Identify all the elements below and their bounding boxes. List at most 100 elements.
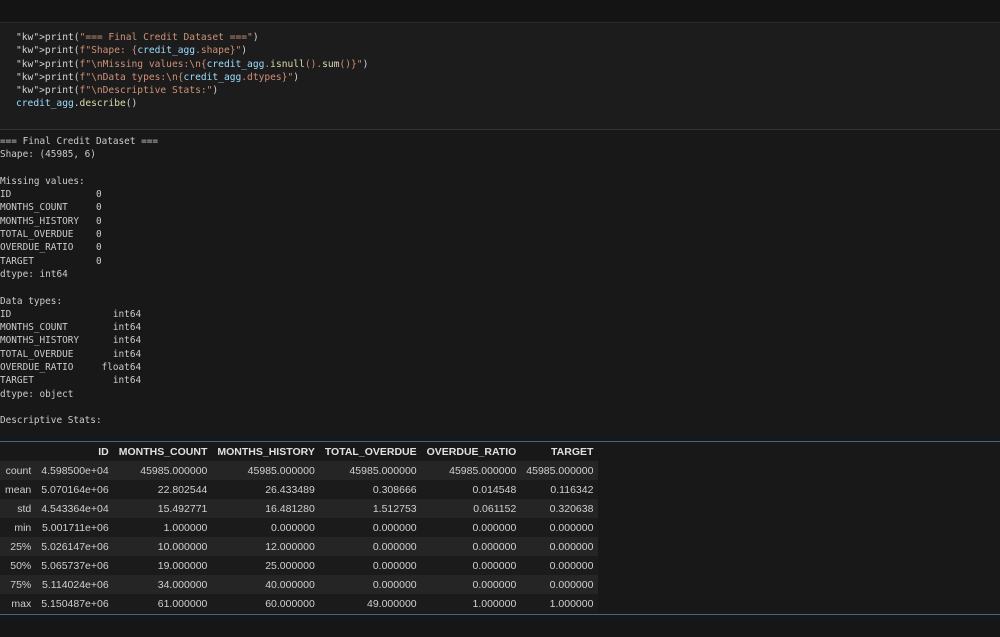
output-line: Shape: (45985, 6) bbox=[0, 149, 96, 161]
output-line: === Final Credit Dataset === bbox=[0, 136, 159, 147]
column-header: MONTHS_COUNT bbox=[113, 442, 213, 461]
output-line: MONTHS_COUNT int64 bbox=[0, 322, 142, 334]
table-cell: 34.000000 bbox=[157, 578, 208, 591]
code-line: "kw">print(f"\nMissing values:\n{credit_… bbox=[16, 58, 369, 70]
output-line: MONTHS_HISTORY int64 bbox=[0, 335, 142, 347]
table-cell: 16.481280 bbox=[265, 502, 315, 515]
table-cell: 0.000000 bbox=[549, 559, 594, 572]
row-label: std bbox=[17, 502, 32, 515]
table-cell: 1.000000 bbox=[549, 597, 594, 610]
table-cell: 5.065737e+06 bbox=[41, 559, 109, 572]
output-line: Descriptive Stats: bbox=[0, 415, 102, 427]
column-header bbox=[0, 442, 37, 461]
table-bottom-border bbox=[0, 614, 1000, 615]
code-editor[interactable]: "kw">print("=== Final Credit Dataset ===… bbox=[16, 31, 368, 111]
table-cell: 0.308666 bbox=[372, 483, 417, 496]
table-cell: 12.000000 bbox=[265, 540, 315, 553]
table-cell: 4.543364e+04 bbox=[41, 502, 109, 515]
output-line: MONTHS_HISTORY 0 bbox=[0, 215, 102, 227]
table-cell: 0.014548 bbox=[472, 483, 517, 496]
table-cell: 45985.000000 bbox=[140, 464, 208, 477]
cell-output: === Final Credit Dataset === Shape: (4598… bbox=[0, 135, 158, 428]
table-cell: 10.000000 bbox=[157, 540, 208, 553]
table-cell: 15.492771 bbox=[157, 502, 208, 515]
table-cell: 45985.000000 bbox=[349, 464, 417, 477]
table-cell: 0.000000 bbox=[372, 578, 417, 591]
table-row: 75% 5.114024e+06 34.000000 40.000000 0.00000… bbox=[0, 575, 599, 594]
table-cell: 5.114024e+06 bbox=[42, 578, 109, 591]
output-line: dtype: object bbox=[0, 388, 74, 400]
table-cell: 0.000000 bbox=[372, 540, 417, 553]
output-line: ID int64 bbox=[0, 308, 142, 320]
table-row: mean 5.070164e+06 22.802544 26.433489 0.3086… bbox=[0, 480, 599, 499]
table-cell: 0.000000 bbox=[472, 559, 517, 572]
table-cell: 1.000000 bbox=[163, 521, 208, 534]
table-row: min 5.001711e+06 1.000000 0.000000 0.000000 0… bbox=[0, 518, 599, 537]
column-header: MONTHS_HISTORY bbox=[212, 442, 320, 461]
column-header: TARGET bbox=[521, 442, 599, 461]
table-cell: 45985.000000 bbox=[247, 464, 315, 477]
table-row: 25% 5.026147e+06 10.000000 12.000000 0.00000… bbox=[0, 537, 599, 556]
table-row: max 5.150487e+06 61.000000 60.000000 49.0000… bbox=[0, 594, 599, 613]
table-cell: 0.000000 bbox=[372, 521, 417, 534]
table-cell: 0.320638 bbox=[549, 502, 594, 515]
code-line: "kw">print(f"\nData types:\n{credit_agg.… bbox=[16, 71, 300, 83]
table-cell: 0.000000 bbox=[549, 540, 594, 553]
row-label: max bbox=[11, 597, 32, 610]
row-label: count bbox=[5, 464, 32, 477]
table-cell: 60.000000 bbox=[265, 597, 315, 610]
table-cell: 0.000000 bbox=[472, 578, 517, 591]
table-cell: 45985.000000 bbox=[526, 464, 594, 477]
table-cell: 49.000000 bbox=[366, 597, 417, 610]
column-header: OVERDUE_RATIO bbox=[421, 442, 522, 461]
table-cell: 25.000000 bbox=[265, 559, 315, 572]
output-line: OVERDUE_RATIO float64 bbox=[0, 362, 142, 374]
code-line: "kw">print("=== Final Credit Dataset ===… bbox=[16, 32, 259, 43]
table-cell: 5.026147e+06 bbox=[41, 540, 109, 553]
top-toolbar bbox=[0, 0, 1000, 23]
table-header-row: ID MONTHS_COUNT MONTHS_HISTORY TOTAL_OVERDU… bbox=[0, 442, 599, 461]
table-cell: 22.802544 bbox=[157, 483, 208, 496]
output-line: MONTHS_COUNT 0 bbox=[0, 202, 102, 214]
output-line: Data types: bbox=[0, 295, 63, 307]
table-cell: 0.000000 bbox=[472, 540, 517, 553]
code-line: "kw">print(f"\nDescriptive Stats:") bbox=[16, 85, 219, 97]
row-label: 50% bbox=[10, 559, 32, 572]
output-line: OVERDUE_RATIO 0 bbox=[0, 242, 102, 254]
row-label: 75% bbox=[10, 578, 32, 591]
next-cell-area bbox=[0, 620, 1000, 637]
row-label: mean bbox=[5, 483, 32, 496]
table-cell: 0.000000 bbox=[549, 521, 594, 534]
table-cell: 45985.000000 bbox=[449, 464, 517, 477]
row-label: min bbox=[14, 521, 32, 534]
output-line: ID 0 bbox=[0, 189, 102, 201]
table-cell: 0.000000 bbox=[271, 521, 315, 534]
table-cell: 19.000000 bbox=[157, 559, 208, 572]
row-label: 25% bbox=[10, 540, 32, 553]
table-row: 50% 5.065737e+06 19.000000 25.000000 0.00000… bbox=[0, 556, 599, 575]
table-cell: 0.000000 bbox=[372, 559, 417, 572]
output-line: TARGET 0 bbox=[0, 255, 102, 267]
output-line: TOTAL_OVERDUE int64 bbox=[0, 348, 142, 360]
table-cell: 61.000000 bbox=[157, 597, 208, 610]
output-line: Missing values: bbox=[0, 175, 85, 187]
column-header: TOTAL_OVERDUE bbox=[319, 442, 422, 461]
table-cell: 0.000000 bbox=[472, 521, 517, 534]
code-line: credit_agg.describe() bbox=[16, 98, 138, 110]
output-line: dtype: int64 bbox=[0, 268, 68, 280]
table-cell: 0.061152 bbox=[473, 502, 517, 515]
table-cell: 5.001711e+06 bbox=[42, 521, 109, 534]
code-cell[interactable]: "kw">print("=== Final Credit Dataset ===… bbox=[0, 23, 1000, 130]
describe-table: ID MONTHS_COUNT MONTHS_HISTORY TOTAL_OVERDU… bbox=[0, 442, 599, 613]
table-cell: 5.150487e+06 bbox=[41, 597, 109, 610]
table-cell: 26.433489 bbox=[265, 483, 315, 496]
table-cell: 5.070164e+06 bbox=[41, 483, 109, 496]
table-cell: 1.512753 bbox=[372, 502, 417, 515]
table-cell: 0.000000 bbox=[549, 578, 594, 591]
code-line: "kw">print(f"Shape: {credit_agg.shape}") bbox=[16, 45, 248, 57]
column-header: ID bbox=[36, 442, 114, 461]
table-row: count 4.598500e+04 45985.000000 45985.00000… bbox=[0, 461, 599, 480]
